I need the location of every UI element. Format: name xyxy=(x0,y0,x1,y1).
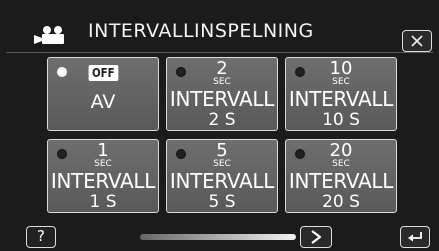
return-arrow-icon xyxy=(408,232,422,242)
interval-number: 5 xyxy=(216,140,228,161)
option-label: INTERVALL xyxy=(50,169,156,193)
off-badge: OFF xyxy=(88,65,119,81)
interval-unit: SEC xyxy=(213,77,231,87)
interval-unit: SEC xyxy=(94,159,112,169)
interval-number: 1 xyxy=(97,140,109,161)
option-interval-5s[interactable]: 5 SEC INTERVALL 5 S xyxy=(166,139,278,213)
option-label: INTERVALL xyxy=(288,169,394,193)
option-value: 5 S xyxy=(208,192,236,212)
option-value: 10 S xyxy=(322,110,360,130)
option-value: 20 S xyxy=(322,192,360,212)
interval-unit: SEC xyxy=(332,159,350,169)
option-interval-20s[interactable]: 20 SEC INTERVALL 20 S xyxy=(285,139,397,213)
option-off[interactable]: OFF AV xyxy=(47,57,159,131)
option-interval-10s[interactable]: 10 SEC INTERVALL 10 S xyxy=(285,57,397,131)
interval-number: 2 xyxy=(216,58,228,79)
screen: INTERVALLINSPELNING OFF AV 2 SEC INTERVA… xyxy=(0,0,439,251)
option-value: 1 S xyxy=(89,192,117,212)
selection-indicator xyxy=(57,67,67,77)
option-value: 2 S xyxy=(208,110,236,130)
interval-number: 10 xyxy=(329,58,353,79)
next-page-button[interactable] xyxy=(300,226,332,248)
interval-number: 20 xyxy=(329,140,353,161)
option-label: INTERVALL xyxy=(169,87,275,111)
option-label: AV xyxy=(90,91,116,113)
interval-unit: SEC xyxy=(213,159,231,169)
chevron-right-icon xyxy=(311,230,322,244)
option-interval-2s[interactable]: 2 SEC INTERVALL 2 S xyxy=(166,57,278,131)
help-button[interactable]: ? xyxy=(26,226,56,248)
option-grid: OFF AV 2 SEC INTERVALL 2 S 10 SEC INTERV… xyxy=(0,0,439,251)
option-label: INTERVALL xyxy=(169,169,275,193)
page-scroll-indicator xyxy=(140,234,296,240)
option-label: INTERVALL xyxy=(288,87,394,111)
option-interval-1s[interactable]: 1 SEC INTERVALL 1 S xyxy=(47,139,159,213)
interval-unit: SEC xyxy=(332,77,350,87)
return-button[interactable] xyxy=(400,226,430,248)
